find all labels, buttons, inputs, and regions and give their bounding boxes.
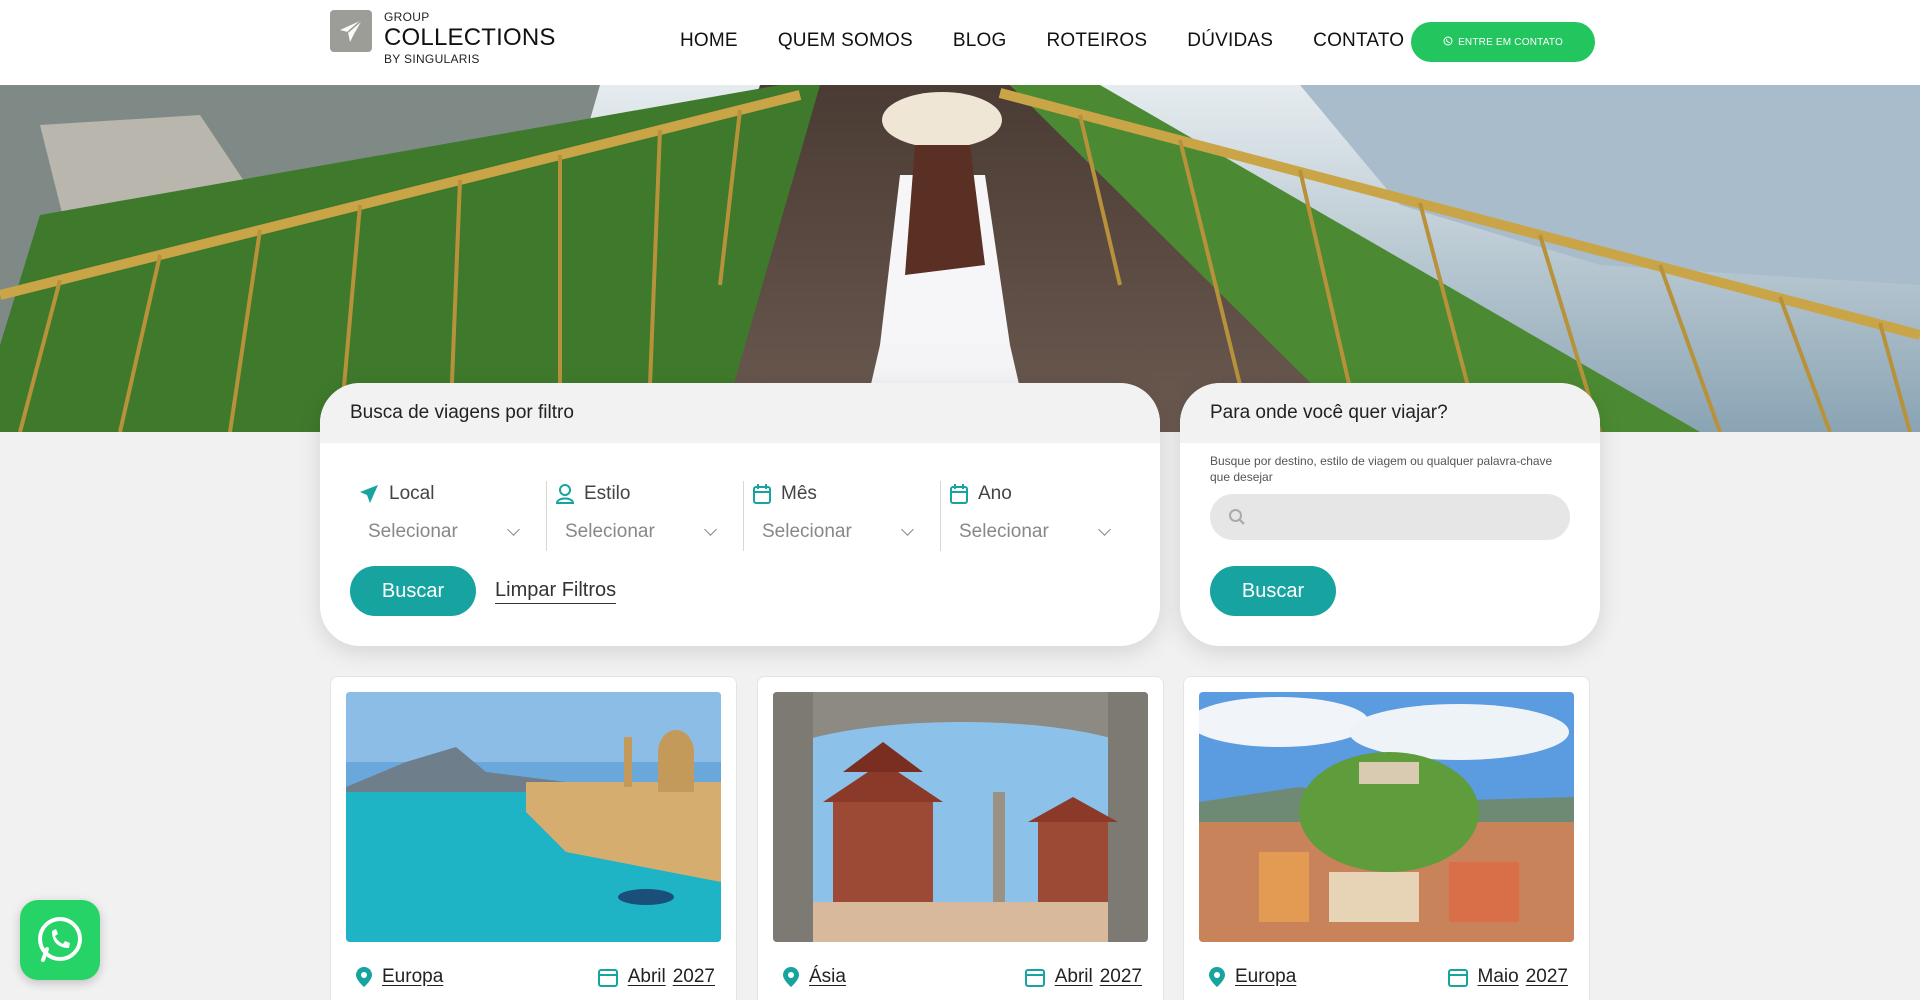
trip-card[interactable]: Europa Maio 2027 (1183, 676, 1590, 1000)
filter-mes-value: Selecionar (762, 521, 852, 542)
filter-search-panel: Busca de viagens por filtro Local Seleci… (320, 383, 1160, 646)
chevron-down-icon (507, 523, 520, 536)
search-icon (1229, 509, 1245, 525)
map-pin-icon (356, 967, 372, 987)
trip-card[interactable]: Ásia Abril 2027 (757, 676, 1164, 1000)
search-panel-title: Para onde você quer viajar? (1180, 383, 1600, 443)
filter-ano-label: Ano (978, 483, 1012, 504)
trip-month[interactable]: Abril (1055, 966, 1093, 988)
filter-panel-title: Busca de viagens por filtro (320, 383, 1160, 443)
airplane-icon (330, 10, 372, 52)
trip-year[interactable]: 2027 (1526, 966, 1568, 988)
logo-top-text: GROUP (384, 10, 430, 24)
site-header: GROUP COLLECTIONS BY SINGULARIS HOME QUE… (0, 0, 1920, 85)
trip-card-image[interactable] (1199, 692, 1574, 942)
filter-ano-select[interactable]: Selecionar (959, 521, 1111, 543)
whatsapp-icon (38, 917, 82, 962)
site-logo[interactable]: GROUP COLLECTIONS BY SINGULARIS (330, 10, 556, 66)
contact-button-label: ENTRE EM CONTATO (1458, 36, 1563, 48)
filter-mes-select[interactable]: Selecionar (762, 521, 914, 543)
chevron-down-icon (1098, 523, 1111, 536)
trip-month[interactable]: Maio (1478, 966, 1519, 988)
filter-mes-label: Mês (781, 483, 817, 504)
keyword-search-panel: Para onde você quer viajar? Busque por d… (1180, 383, 1600, 646)
trip-region[interactable]: Europa (1235, 966, 1296, 988)
nav-home[interactable]: HOME (680, 30, 738, 52)
filter-ano[interactable]: Ano Selecionar (941, 481, 1138, 551)
calendar-icon (1024, 969, 1045, 987)
clear-filters-link[interactable]: Limpar Filtros (495, 579, 617, 604)
trip-year[interactable]: 2027 (673, 966, 715, 988)
logo-main-text: COLLECTIONS (384, 24, 556, 51)
main-nav: HOME QUEM SOMOS BLOG ROTEIROS DÚVIDAS CO… (680, 30, 1444, 52)
trip-card-image[interactable] (773, 692, 1148, 942)
filter-local-select[interactable]: Selecionar (368, 521, 520, 543)
whatsapp-icon (1443, 36, 1453, 49)
contact-button[interactable]: ENTRE EM CONTATO (1411, 22, 1595, 62)
nav-roteiros[interactable]: ROTEIROS (1046, 30, 1147, 52)
trip-region[interactable]: Ásia (809, 966, 846, 988)
filter-mes[interactable]: Mês Selecionar (744, 481, 941, 551)
filter-estilo-label: Estilo (584, 483, 631, 504)
trip-card-image[interactable] (346, 692, 721, 942)
logo-bottom-text: BY SINGULARIS (384, 52, 480, 66)
send-icon (360, 485, 378, 503)
nav-contato[interactable]: CONTATO (1313, 30, 1404, 52)
filter-row: Local Selecionar Estilo Selecionar Mês S… (350, 481, 1138, 551)
filter-search-button[interactable]: Buscar (350, 566, 476, 616)
user-icon (555, 484, 575, 504)
filter-ano-value: Selecionar (959, 521, 1049, 542)
trip-month[interactable]: Abril (628, 966, 666, 988)
search-box[interactable] (1210, 494, 1570, 540)
trip-card[interactable]: Europa Abril 2027 (330, 676, 737, 1000)
filter-local-label: Local (389, 483, 435, 504)
whatsapp-float-button[interactable] (20, 900, 100, 980)
trip-year[interactable]: 2027 (1100, 966, 1142, 988)
nav-quem-somos[interactable]: QUEM SOMOS (778, 30, 913, 52)
nav-blog[interactable]: BLOG (953, 30, 1007, 52)
calendar-icon (1447, 969, 1468, 987)
calendar-icon (950, 484, 968, 504)
search-input[interactable] (1256, 508, 1556, 526)
filter-estilo-select[interactable]: Selecionar (565, 521, 717, 543)
calendar-icon (753, 484, 771, 504)
chevron-down-icon (901, 523, 914, 536)
map-pin-icon (1209, 967, 1225, 987)
nav-duvidas[interactable]: DÚVIDAS (1187, 30, 1273, 52)
filter-local[interactable]: Local Selecionar (350, 481, 547, 551)
chevron-down-icon (704, 523, 717, 536)
hero-image (0, 85, 1920, 432)
filter-local-value: Selecionar (368, 521, 458, 542)
calendar-icon (597, 969, 618, 987)
search-hint-text: Busque por destino, estilo de viagem ou … (1210, 454, 1553, 484)
trip-region[interactable]: Europa (382, 966, 443, 988)
filter-estilo-value: Selecionar (565, 521, 655, 542)
keyword-search-button[interactable]: Buscar (1210, 566, 1336, 616)
filter-estilo[interactable]: Estilo Selecionar (547, 481, 744, 551)
map-pin-icon (783, 967, 799, 987)
